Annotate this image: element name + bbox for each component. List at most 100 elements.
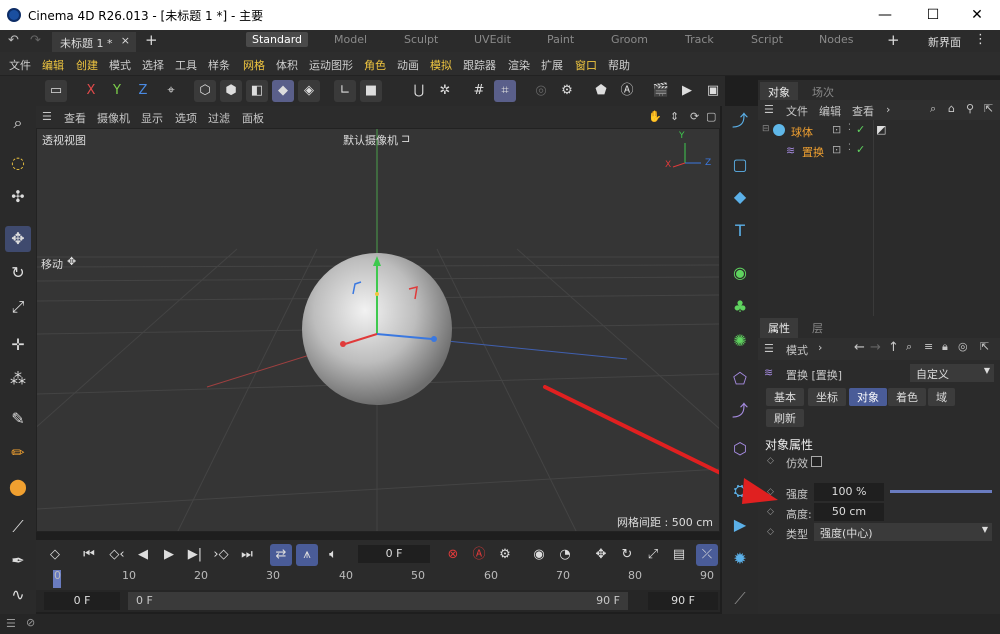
attribute-search-icon[interactable]: ⌕ bbox=[906, 340, 912, 354]
document-tab-close-icon[interactable]: × bbox=[121, 34, 130, 47]
fracture-icon[interactable]: ♣ bbox=[727, 294, 753, 320]
search-icon[interactable]: ⌕ bbox=[5, 110, 31, 136]
menu-spline[interactable]: 样条 bbox=[208, 57, 230, 73]
tab-layers[interactable]: 层 bbox=[804, 318, 831, 338]
next-frame-icon[interactable]: ▶| bbox=[184, 544, 206, 566]
maximize-button[interactable]: ☐ bbox=[910, 0, 956, 30]
spline-pen-icon[interactable]: ✎ bbox=[5, 406, 31, 432]
lock-x-button[interactable]: X bbox=[80, 80, 102, 102]
next-key-icon[interactable]: ›◇ bbox=[210, 544, 232, 566]
sound-icon[interactable]: 🔈︎ bbox=[322, 544, 344, 566]
mode-menu[interactable]: 模式 bbox=[786, 342, 808, 358]
om-menu-file[interactable]: 文件 bbox=[786, 103, 808, 119]
deformer-icon[interactable]: ⬠ bbox=[727, 366, 753, 392]
object-row-sphere[interactable]: ⊟ 球体 ⊡ ⁚ ✓ ◩ bbox=[758, 123, 1000, 141]
bend-deformer-icon[interactable]: ⤴ bbox=[727, 398, 753, 424]
minimize-button[interactable]: — bbox=[862, 0, 908, 30]
tab-object[interactable]: 对象 bbox=[849, 388, 887, 406]
undo-icon[interactable]: ↶ bbox=[8, 33, 19, 48]
menu-animate[interactable]: 动画 bbox=[397, 57, 419, 73]
key-rotation-icon[interactable]: ↻ bbox=[616, 544, 638, 566]
render-queue-icon[interactable]: ▣ bbox=[702, 80, 724, 102]
previous-frame-icon[interactable]: ◀ bbox=[132, 544, 154, 566]
start-frame-field[interactable]: 0 F bbox=[44, 592, 120, 610]
status-menu-icon[interactable]: ☰ bbox=[6, 617, 16, 630]
menu-create[interactable]: 创建 bbox=[76, 57, 98, 73]
spline-rectangle-icon[interactable]: ▢ bbox=[727, 152, 753, 178]
menu-mode[interactable]: 模式 bbox=[109, 57, 131, 73]
tab-coordinates[interactable]: 坐标 bbox=[808, 388, 846, 406]
grid-snap-icon[interactable]: ⌗ bbox=[494, 80, 516, 102]
visibility-dots-icon[interactable]: ⁚ bbox=[848, 123, 851, 133]
perspective-viewport[interactable]: 透视视图 默认摄像机 ⊐ Y X Z 移动 ✥ 网格间距 : 500 cm bbox=[36, 128, 720, 532]
lock-icon[interactable]: 🔒︎ bbox=[942, 340, 948, 354]
loop-icon[interactable]: ⇄ bbox=[270, 544, 292, 566]
coordinate-system-icon[interactable]: ⌖ bbox=[160, 80, 182, 102]
menu-mesh[interactable]: 网格 bbox=[243, 57, 265, 73]
strength-field[interactable]: 100 % bbox=[814, 483, 884, 501]
height-field[interactable]: 50 cm bbox=[814, 503, 884, 521]
key-parameter-icon[interactable]: ▤ bbox=[668, 544, 690, 566]
tab-groom[interactable]: Groom bbox=[611, 33, 648, 46]
imitate-checkbox[interactable] bbox=[811, 456, 822, 467]
menu-help[interactable]: 帮助 bbox=[608, 57, 630, 73]
tab-uvedit[interactable]: UVEdit bbox=[474, 33, 511, 46]
menu-mograph[interactable]: 运动图形 bbox=[309, 57, 353, 73]
tab-paint[interactable]: Paint bbox=[547, 33, 574, 46]
tab-track[interactable]: Track bbox=[685, 33, 714, 46]
redo-icon[interactable]: ↷ bbox=[30, 33, 41, 48]
om-home-icon[interactable]: ⌂ bbox=[948, 102, 955, 115]
menu-window[interactable]: 窗口 bbox=[575, 57, 597, 73]
brush-icon[interactable]: ⟋ bbox=[5, 514, 31, 540]
keyframe-diamond-icon[interactable]: ◇ bbox=[767, 456, 774, 466]
polygons-mode-icon[interactable]: ◧ bbox=[246, 80, 268, 102]
workplane-icon[interactable]: # bbox=[468, 80, 490, 102]
tab-field[interactable]: 域 bbox=[928, 388, 955, 406]
tab-model[interactable]: Model bbox=[334, 33, 367, 46]
pan-icon[interactable]: ✋ bbox=[648, 110, 662, 123]
key-position-icon[interactable]: ✥ bbox=[590, 544, 612, 566]
render-picture-viewer-icon[interactable]: ▶ bbox=[676, 80, 698, 102]
layout-menu-icon[interactable]: ⋮ bbox=[974, 32, 987, 47]
menu-edit[interactable]: 编辑 bbox=[42, 57, 64, 73]
paint-brush-icon[interactable]: ⬤ bbox=[5, 474, 31, 500]
text-icon[interactable]: T bbox=[727, 218, 753, 244]
tag-icon[interactable]: ◩ bbox=[876, 123, 886, 136]
material-icon[interactable]: ⬟ bbox=[590, 80, 612, 102]
tab-takes[interactable]: 场次 bbox=[804, 82, 842, 102]
go-to-start-icon[interactable]: ⏮ bbox=[78, 544, 100, 566]
key-scale-icon[interactable]: ⤢ bbox=[642, 544, 664, 566]
visibility-dots-icon[interactable]: ⁚ bbox=[848, 143, 851, 153]
menu-file[interactable]: 文件 bbox=[9, 57, 31, 73]
points-mode-icon[interactable]: ⬡ bbox=[194, 80, 216, 102]
pen-icon[interactable]: ✒ bbox=[5, 548, 31, 574]
menu-extensions[interactable]: 扩展 bbox=[541, 57, 563, 73]
go-to-end-icon[interactable]: ⏭ bbox=[236, 544, 258, 566]
menu-tracker[interactable]: 跟踪器 bbox=[463, 57, 496, 73]
range-slider[interactable]: 0 F 90 F bbox=[128, 592, 628, 610]
keyframe-diamond-icon[interactable]: ◇ bbox=[767, 507, 774, 517]
edges-mode-icon[interactable]: ⬢ bbox=[220, 80, 242, 102]
render-settings-icon[interactable]: Ⓐ bbox=[616, 80, 638, 102]
uv-mode-icon[interactable]: ◈ bbox=[298, 80, 320, 102]
mode-chevron-icon[interactable]: › bbox=[818, 341, 822, 354]
layer-icon[interactable]: ⊡ bbox=[832, 143, 841, 156]
playback-mode-icon[interactable]: ⩚ bbox=[296, 544, 318, 566]
menu-render[interactable]: 渲染 bbox=[508, 57, 530, 73]
timeline-ruler[interactable]: 0 10 20 30 40 50 60 70 80 90 bbox=[36, 568, 720, 590]
tab-basic[interactable]: 基本 bbox=[766, 388, 804, 406]
object-name-sphere[interactable]: 球体 bbox=[791, 124, 813, 140]
timeline-settings-icon[interactable]: ◔ bbox=[554, 544, 576, 566]
new-ui-button[interactable]: 新界面 bbox=[928, 34, 961, 50]
sketch-icon[interactable]: ✏ bbox=[5, 440, 31, 466]
enabled-check-icon[interactable]: ✓ bbox=[856, 143, 865, 156]
current-frame-field[interactable]: 0 F bbox=[358, 545, 430, 563]
om-search-icon[interactable]: ⌕ bbox=[930, 102, 936, 116]
attribute-menu-icon[interactable]: ☰ bbox=[764, 342, 774, 355]
status-check-icon[interactable]: ⊘ bbox=[26, 616, 35, 629]
tab-shading[interactable]: 着色 bbox=[888, 388, 926, 406]
viewport-menu-camera[interactable]: 摄像机 bbox=[97, 110, 130, 126]
tab-refresh[interactable]: 刷新 bbox=[766, 409, 804, 427]
tab-standard[interactable]: Standard bbox=[246, 32, 309, 47]
back-arrow-icon[interactable]: ← bbox=[854, 340, 865, 355]
